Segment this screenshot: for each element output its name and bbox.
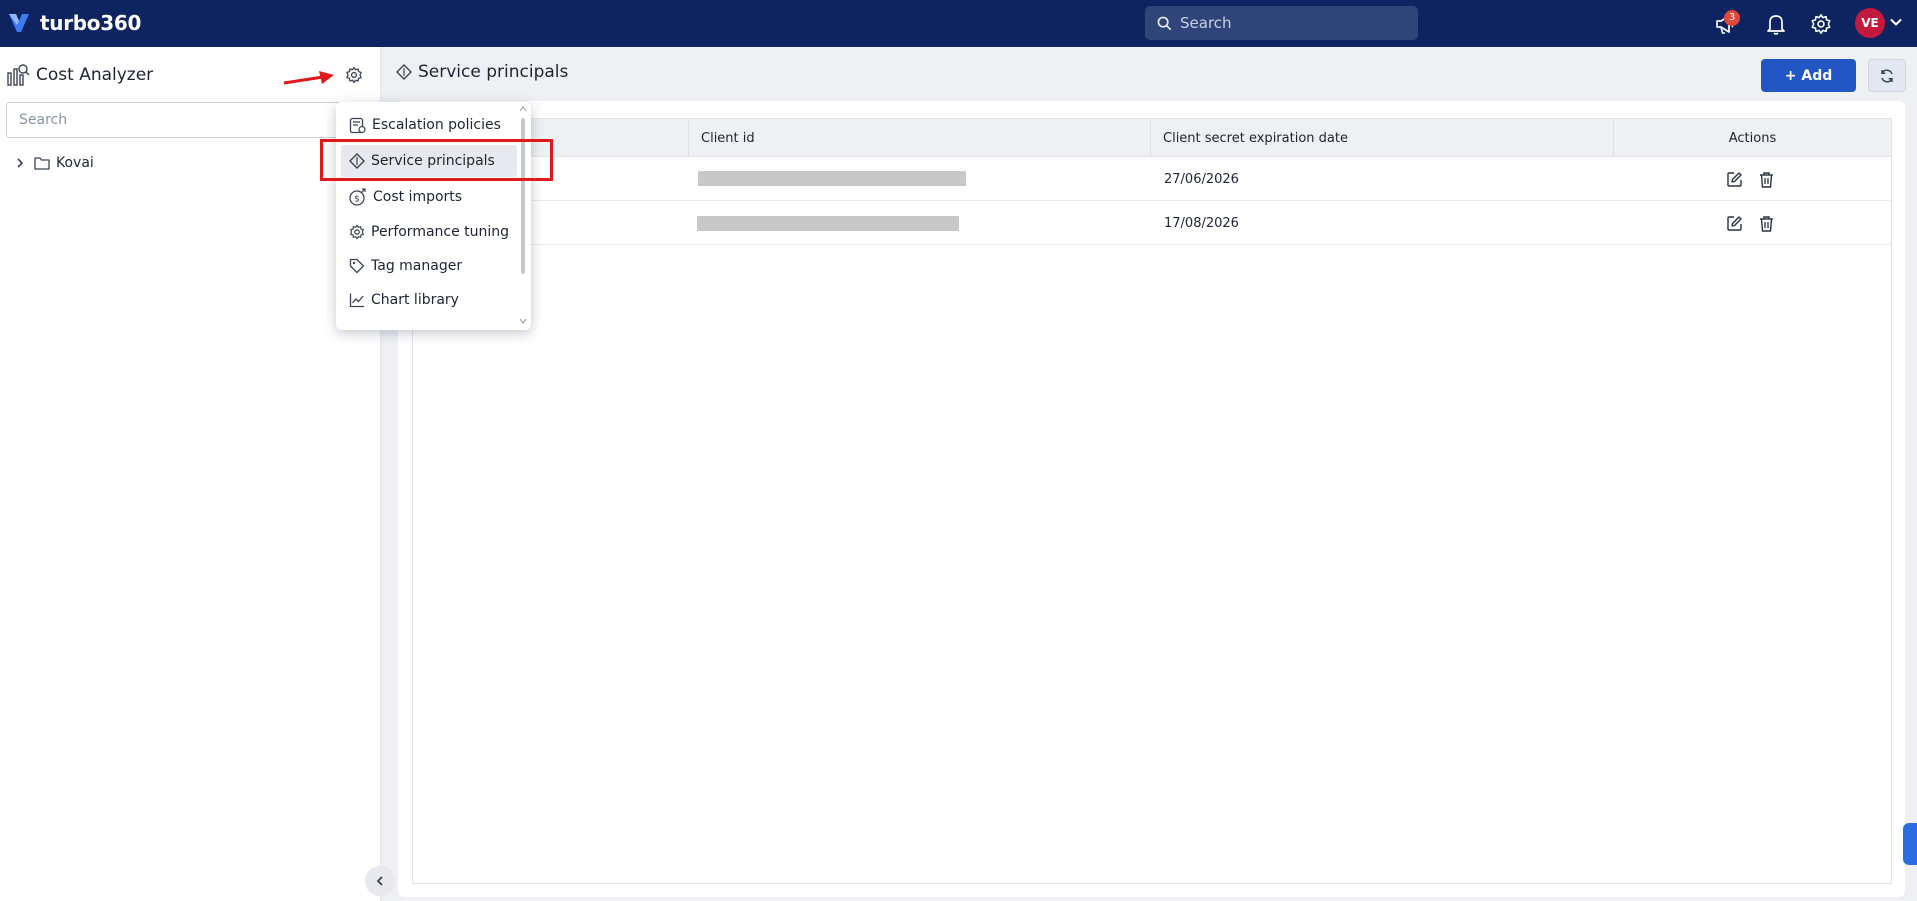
- escalation-policy-icon: [349, 117, 366, 133]
- service-principals-table: Client id Client secret expiration date …: [412, 118, 1892, 884]
- sidebar-search-input[interactable]: [6, 102, 341, 138]
- global-search-placeholder: Search: [1180, 14, 1232, 32]
- turbo360-logo-icon: [9, 14, 29, 32]
- expiration-date: 17/08/2026: [1164, 215, 1239, 231]
- folder-icon: [34, 157, 50, 170]
- delete-button[interactable]: [1756, 169, 1776, 189]
- settings-dropdown-menu: Escalation policies Service principals $…: [336, 102, 531, 330]
- menu-item-tag-manager[interactable]: Tag manager: [341, 250, 517, 282]
- tag-icon: [349, 258, 365, 274]
- brand-logo[interactable]: turbo360: [8, 11, 141, 35]
- column-header-expiration[interactable]: Client secret expiration date: [1151, 119, 1614, 157]
- expiration-date: 27/06/2026: [1164, 171, 1239, 187]
- chevron-down-icon[interactable]: [1889, 15, 1903, 29]
- cost-import-icon: $: [349, 188, 366, 206]
- panel-header: Cost Analyzer: [6, 63, 153, 87]
- cost-analyzer-icon: [7, 64, 30, 86]
- add-button[interactable]: + Add: [1761, 59, 1856, 92]
- table-header: Client id Client secret expiration date …: [413, 119, 1891, 157]
- column-header-client-id[interactable]: Client id: [689, 119, 1151, 157]
- table-row[interactable]: 17/08/2026: [413, 201, 1891, 245]
- edit-button[interactable]: [1724, 169, 1744, 189]
- chart-icon: [349, 293, 364, 308]
- client-id-redacted: [698, 171, 966, 186]
- menu-item-label: Tag manager: [371, 258, 463, 274]
- trash-icon: [1759, 171, 1773, 188]
- table-row[interactable]: 27/06/2026: [413, 157, 1891, 201]
- menu-item-label: Escalation policies: [372, 117, 501, 133]
- side-panel-tab[interactable]: [1903, 823, 1917, 865]
- edit-icon: [1726, 171, 1742, 187]
- tree-item-kovai[interactable]: Kovai: [14, 155, 94, 171]
- refresh-button[interactable]: [1868, 59, 1906, 92]
- delete-button[interactable]: [1756, 213, 1776, 233]
- annotation-highlight-box: [320, 139, 553, 181]
- gear-icon: [350, 224, 364, 240]
- top-bar: turbo360 Search 3 VE: [0, 0, 1917, 47]
- chevron-left-icon: [376, 876, 383, 886]
- search-icon: [1157, 16, 1172, 30]
- gear-icon: [1811, 14, 1831, 34]
- scroll-down-icon: [519, 318, 527, 324]
- menu-item-label: Chart library: [371, 292, 459, 308]
- column-header-actions: Actions: [1728, 130, 1777, 146]
- service-principal-icon: [396, 64, 412, 80]
- svg-text:$: $: [354, 195, 360, 205]
- menu-item-label: Performance tuning: [371, 224, 510, 240]
- panel-title: Cost Analyzer: [36, 65, 154, 85]
- menu-item-performance-tuning[interactable]: Performance tuning: [341, 216, 517, 248]
- page-title: Service principals: [418, 62, 569, 82]
- brand-name: turbo360: [40, 11, 142, 35]
- client-id-redacted: [697, 216, 959, 231]
- settings-button[interactable]: [1808, 11, 1834, 37]
- annotation-arrow-icon: [283, 71, 334, 85]
- chevron-right-icon[interactable]: [14, 157, 26, 169]
- bell-icon: [1767, 15, 1785, 35]
- global-search[interactable]: Search: [1145, 6, 1418, 40]
- scroll-up-icon: [519, 106, 527, 112]
- edit-icon: [1726, 215, 1742, 231]
- notifications-button[interactable]: [1763, 11, 1789, 37]
- trash-icon: [1759, 215, 1773, 232]
- menu-item-cost-imports[interactable]: $ Cost imports: [341, 181, 517, 213]
- edit-button[interactable]: [1724, 213, 1744, 233]
- user-avatar[interactable]: VE: [1855, 8, 1885, 38]
- tree-item-label: Kovai: [56, 155, 94, 171]
- panel-settings-button[interactable]: [342, 63, 366, 87]
- gear-icon: [346, 66, 362, 84]
- notification-count-badge: 3: [1724, 10, 1740, 26]
- collapse-panel-button[interactable]: [365, 866, 395, 896]
- menu-item-label: Cost imports: [373, 189, 463, 205]
- page-header: Service principals: [396, 62, 568, 82]
- refresh-icon: [1881, 68, 1893, 83]
- menu-item-escalation-policies[interactable]: Escalation policies: [341, 109, 517, 141]
- menu-item-chart-library[interactable]: Chart library: [341, 284, 517, 316]
